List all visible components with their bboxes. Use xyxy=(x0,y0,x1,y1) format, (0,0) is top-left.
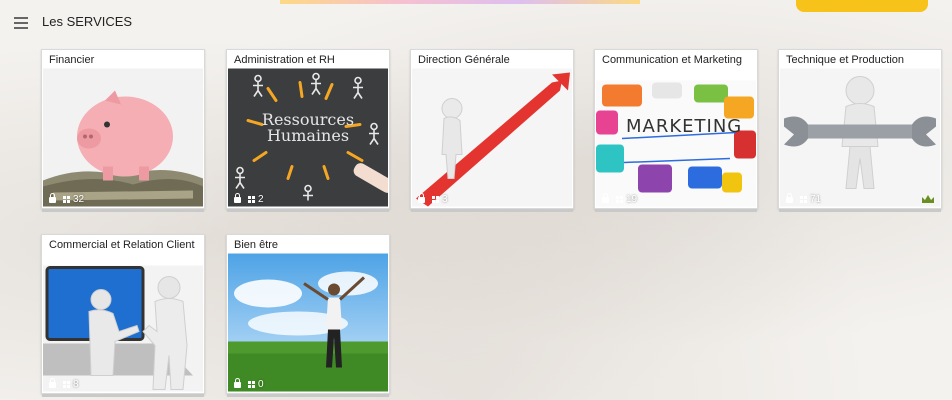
page-title: Les SERVICES xyxy=(42,14,133,29)
card-footer: 3 xyxy=(418,192,448,205)
card-footer: 8 xyxy=(49,377,79,390)
grid-icon xyxy=(616,196,623,203)
service-card-communication-marketing[interactable]: Communication et Marketing MARKETING 19 xyxy=(594,49,758,212)
card-underline xyxy=(42,394,204,397)
card-underline xyxy=(779,209,941,212)
lock-icon xyxy=(602,192,609,203)
card-image-handshake-laptop xyxy=(43,265,203,392)
card-underline xyxy=(42,209,204,212)
card-title: Commercial et Relation Client xyxy=(49,239,195,251)
lock-icon xyxy=(786,192,793,203)
service-card-bien-etre[interactable]: Bien être 0 xyxy=(226,234,390,397)
service-card-technique-production[interactable]: Technique et Production 71 xyxy=(778,49,942,212)
service-card-direction-generale[interactable]: Direction Générale 3 xyxy=(410,49,574,212)
grid-icon xyxy=(432,196,439,203)
card-count: 2 xyxy=(258,194,264,205)
card-count: 71 xyxy=(810,194,822,205)
card-image-piggy-bank xyxy=(43,68,203,207)
grid-icon xyxy=(63,381,70,388)
card-footer: 32 xyxy=(49,192,85,205)
card-footer: 19 xyxy=(602,192,638,205)
grid-icon xyxy=(63,196,70,203)
card-image-figure-wrench xyxy=(780,68,940,207)
grid-icon xyxy=(800,196,807,203)
lock-icon xyxy=(49,377,56,388)
card-title: Financier xyxy=(49,54,95,66)
card-title: Administration et RH xyxy=(234,54,335,66)
card-count: 0 xyxy=(258,379,264,390)
card-underline xyxy=(595,209,757,212)
card-count: 8 xyxy=(73,379,79,390)
card-title: Bien être xyxy=(234,239,279,251)
card-image-text: MARKETING xyxy=(626,116,743,137)
service-card-financier[interactable]: Financier 32 xyxy=(41,49,205,212)
card-footer: 71 xyxy=(786,192,822,205)
card-footer: 2 xyxy=(234,192,264,205)
card-image-figure-arrow xyxy=(412,68,572,207)
card-image-man-field xyxy=(228,253,388,392)
card-title: Technique et Production xyxy=(786,54,905,66)
lock-icon xyxy=(418,192,425,203)
menu-icon[interactable] xyxy=(14,17,28,29)
services-header: Les SERVICES xyxy=(0,0,952,40)
crown-icon xyxy=(922,195,934,203)
card-title: Communication et Marketing xyxy=(602,54,743,66)
card-image-marketing-bubbles: MARKETING xyxy=(596,80,756,207)
card-count: 19 xyxy=(626,194,638,205)
card-image-blackboard: Ressources Humaines xyxy=(228,68,388,207)
grid-icon xyxy=(248,381,255,388)
card-count: 3 xyxy=(442,194,448,205)
service-card-administration-rh[interactable]: Administration et RH Ressources Humaines… xyxy=(226,49,390,212)
card-underline xyxy=(227,394,389,397)
card-underline xyxy=(227,209,389,212)
lock-icon xyxy=(49,192,56,203)
service-card-commercial-relation-client[interactable]: Commercial et Relation Client 8 xyxy=(41,234,205,397)
card-image-text: Ressources Humaines xyxy=(261,110,355,145)
lock-icon xyxy=(234,377,241,388)
lock-icon xyxy=(234,192,241,203)
card-footer: 0 xyxy=(234,377,264,390)
card-underline xyxy=(411,209,573,212)
card-count: 32 xyxy=(73,194,85,205)
card-title: Direction Générale xyxy=(418,54,510,66)
grid-icon xyxy=(248,196,255,203)
